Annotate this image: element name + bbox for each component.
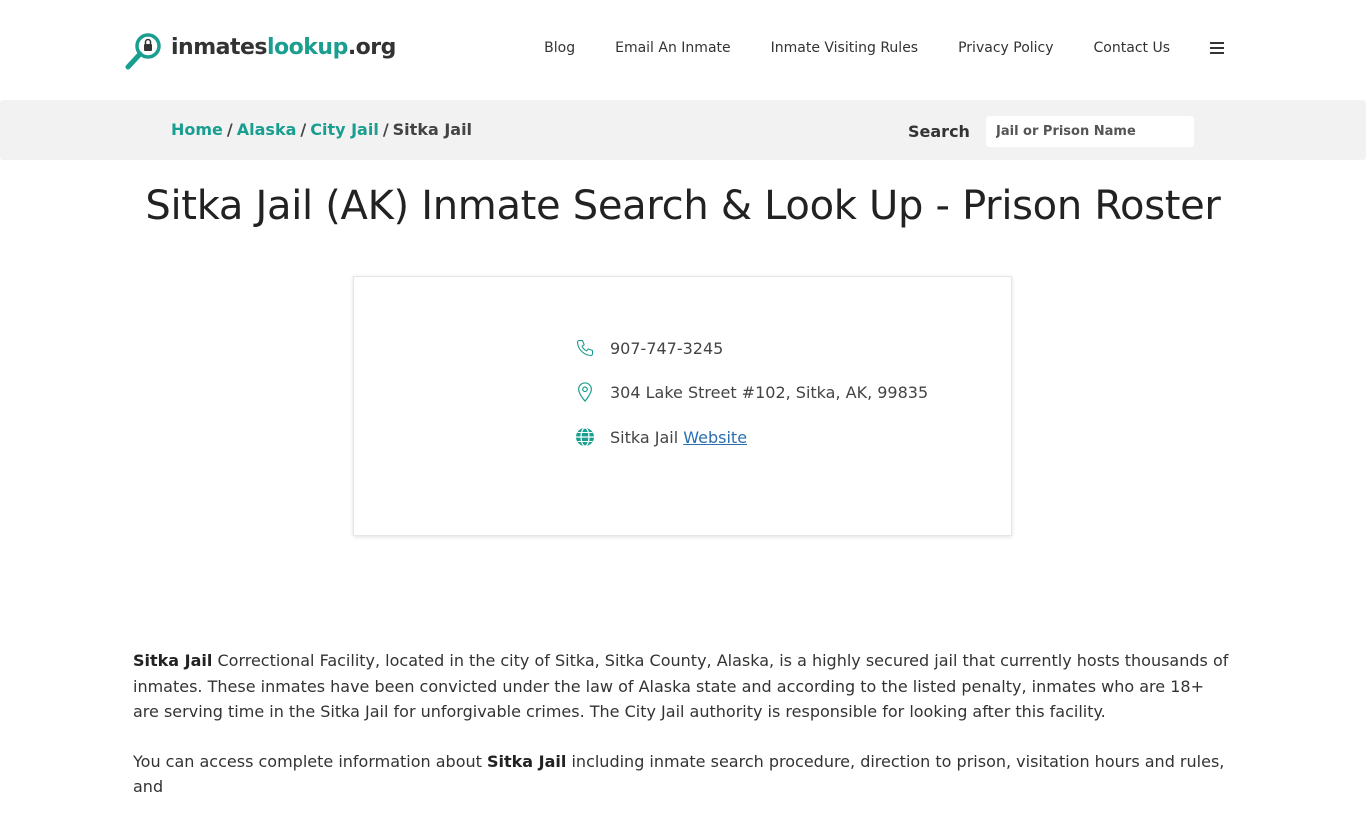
address-row: 304 Lake Street #102, Sitka, AK, 99835 <box>574 381 928 403</box>
breadcrumb-separator: / <box>300 120 307 139</box>
breadcrumb: Home / Alaska / City Jail / Sitka Jail <box>171 120 472 139</box>
website-link[interactable]: Website <box>683 428 747 447</box>
logo-text: inmateslookup.org <box>171 34 396 60</box>
breadcrumb-home[interactable]: Home <box>171 120 223 139</box>
globe-icon <box>574 426 596 448</box>
magnifier-lock-icon <box>124 31 164 71</box>
main-nav: Blog Email An Inmate Inmate Visiting Rul… <box>504 40 1224 56</box>
site-logo[interactable]: inmateslookup.org <box>124 30 396 72</box>
breadcrumb-bar: Home / Alaska / City Jail / Sitka Jail Search <box>0 100 1366 160</box>
website-prefix: Sitka Jail <box>610 427 679 447</box>
address-text: 304 Lake Street #102, Sitka, AK, 99835 <box>610 382 929 402</box>
map-pin-icon <box>574 381 596 403</box>
breadcrumb-separator: / <box>226 120 233 139</box>
intro-text: Correctional Facility, located in the ci… <box>133 651 1229 721</box>
nav-privacy-policy[interactable]: Privacy Policy <box>958 40 1053 56</box>
phone-row: 907-747-3245 <box>574 337 723 359</box>
breadcrumb-alaska[interactable]: Alaska <box>237 120 297 139</box>
page-title: Sitka Jail (AK) Inmate Search & Look Up … <box>145 183 1221 229</box>
intro-bold: Sitka Jail <box>133 651 213 670</box>
breadcrumb-separator: / <box>382 120 389 139</box>
search-input[interactable] <box>986 116 1194 147</box>
intro-paragraph: Sitka Jail Correctional Facility, locate… <box>133 648 1233 725</box>
nav-inmate-visiting-rules[interactable]: Inmate Visiting Rules <box>771 40 918 56</box>
facility-info-card: 907-747-3245 304 Lake Street #102, Sitka… <box>353 276 1012 536</box>
site-header: inmateslookup.org Blog Email An Inmate I… <box>0 0 1366 100</box>
nav-contact-us[interactable]: Contact Us <box>1094 40 1170 56</box>
breadcrumb-current: Sitka Jail <box>392 120 473 139</box>
website-row: Sitka Jail Website <box>574 426 747 448</box>
main-content: Sitka Jail Correctional Facility, locate… <box>133 648 1233 824</box>
phone-icon <box>574 337 596 359</box>
nav-blog[interactable]: Blog <box>544 40 575 56</box>
breadcrumb-city-jail[interactable]: City Jail <box>310 120 379 139</box>
search-label: Search <box>908 122 970 141</box>
second-paragraph: You can access complete information abou… <box>133 749 1233 800</box>
phone-number[interactable]: 907-747-3245 <box>610 339 723 358</box>
hamburger-icon[interactable] <box>1210 42 1224 54</box>
nav-email-an-inmate[interactable]: Email An Inmate <box>615 40 731 56</box>
